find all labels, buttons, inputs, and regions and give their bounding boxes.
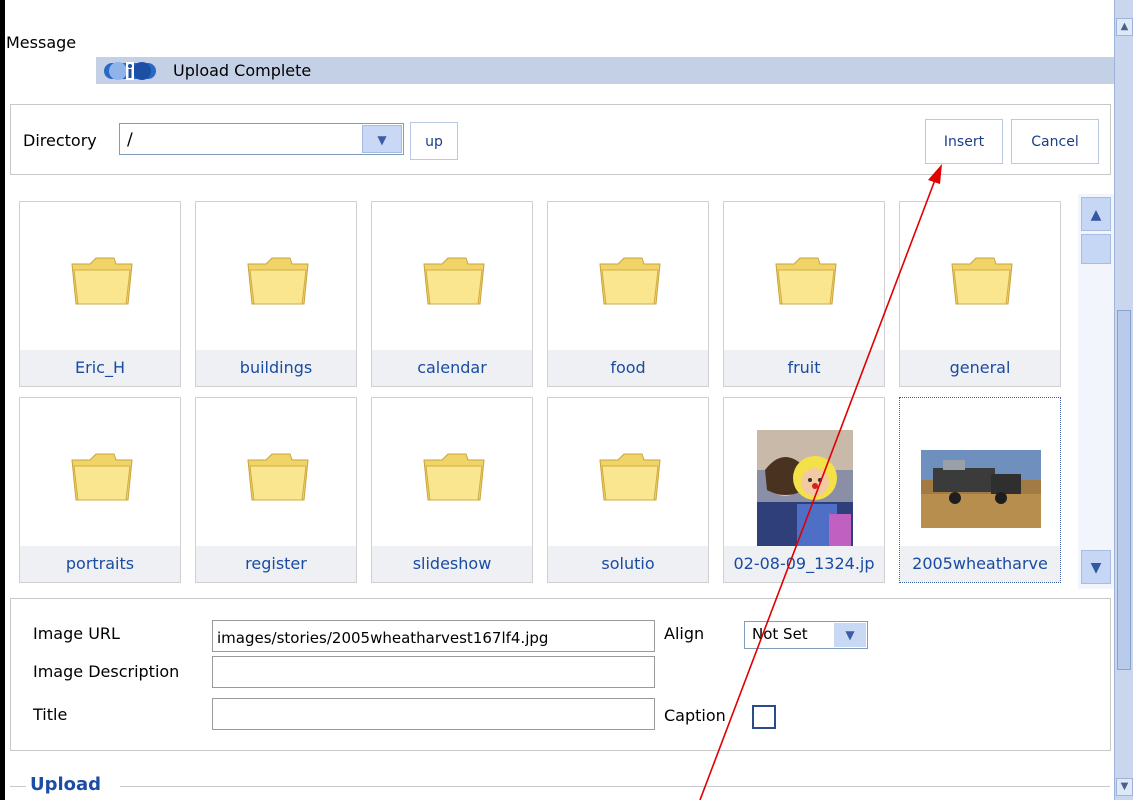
browser-item-label: fruit (724, 350, 884, 386)
insert-button[interactable]: Insert (925, 119, 1003, 164)
photo-thumbnail (757, 430, 853, 548)
chevron-down-icon[interactable]: ▼ (362, 125, 402, 153)
caption-label: Caption (664, 706, 726, 725)
browser-item-label: register (196, 546, 356, 582)
folder-icon (71, 257, 133, 305)
align-select-value: Not Set (752, 625, 808, 643)
browser-item-folder[interactable]: general (899, 201, 1061, 387)
folder-icon (951, 257, 1013, 305)
browser-item-folder[interactable]: calendar (371, 201, 533, 387)
directory-label: Directory (23, 131, 97, 150)
upload-divider (120, 786, 1110, 787)
message-label: Message (6, 33, 77, 52)
folder-icon (599, 453, 661, 501)
browser-item-label: 02-08-09_1324.jp (724, 546, 884, 582)
folder-icon (247, 257, 309, 305)
browser-item-folder[interactable]: food (547, 201, 709, 387)
cancel-button[interactable]: Cancel (1011, 119, 1099, 164)
title-field[interactable] (212, 698, 655, 730)
browser-item-folder[interactable]: Eric_H (19, 201, 181, 387)
page-scroll-thumb[interactable] (1117, 310, 1131, 670)
page-scrollbar[interactable]: ▲ ▼ (1114, 0, 1133, 800)
browser-item-label: buildings (196, 350, 356, 386)
browser-item-label: 2005wheatharve (900, 546, 1060, 582)
window-left-edge (0, 0, 5, 800)
upload-divider (10, 786, 26, 787)
browser-item-folder[interactable]: register (195, 397, 357, 583)
image-description-label: Image Description (33, 662, 180, 681)
title-label: Title (33, 705, 68, 724)
browser-item-folder[interactable]: portraits (19, 397, 181, 583)
message-text: Upload Complete (173, 61, 312, 80)
browser-item-label: Eric_H (20, 350, 180, 386)
folder-icon (599, 257, 661, 305)
browser-item-folder[interactable]: buildings (195, 201, 357, 387)
scroll-down-icon[interactable]: ▼ (1116, 778, 1133, 796)
browser-item-folder[interactable]: fruit (723, 201, 885, 387)
scroll-up-icon[interactable]: ▲ (1116, 18, 1133, 36)
browser-item-label: solutio (548, 546, 708, 582)
folder-icon (423, 257, 485, 305)
browser-item-label: calendar (372, 350, 532, 386)
folder-icon (71, 453, 133, 501)
browser-item-label: food (548, 350, 708, 386)
image-url-value: images/stories/2005wheatharvest167lf4.jp… (217, 629, 549, 647)
browser-item-label: general (900, 350, 1060, 386)
browser-item-label: slideshow (372, 546, 532, 582)
info-icon (104, 62, 156, 80)
chevron-down-icon[interactable]: ▼ (1081, 550, 1111, 584)
browser-scroll-thumb[interactable] (1081, 234, 1111, 264)
photo-thumbnail (921, 450, 1041, 528)
folder-icon (247, 453, 309, 501)
directory-select-value: / (127, 130, 133, 150)
caption-checkbox[interactable] (752, 705, 776, 729)
browser-item-label: portraits (20, 546, 180, 582)
browser-item-image[interactable]: 02-08-09_1324.jp (723, 397, 885, 583)
image-description-field[interactable] (212, 656, 655, 688)
align-label: Align (664, 624, 705, 643)
folder-icon (775, 257, 837, 305)
browser-item-image-selected[interactable]: 2005wheatharve (899, 397, 1061, 583)
chevron-up-icon[interactable]: ▲ (1081, 197, 1111, 231)
browser-item-folder[interactable]: solutio (547, 397, 709, 583)
upload-legend: Upload (30, 774, 102, 795)
up-button[interactable]: up (410, 122, 458, 160)
folder-icon (423, 453, 485, 501)
chevron-down-icon[interactable]: ▼ (834, 623, 866, 647)
browser-item-folder[interactable]: slideshow (371, 397, 533, 583)
image-url-label: Image URL (33, 624, 120, 643)
